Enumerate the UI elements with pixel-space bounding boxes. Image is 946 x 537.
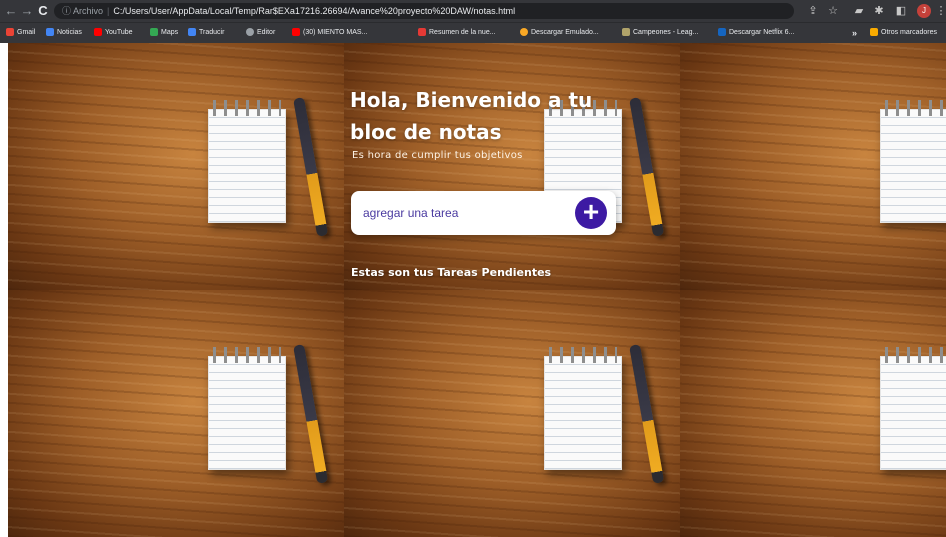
- add-task-button[interactable]: +: [575, 197, 607, 229]
- notepad-image: [880, 100, 946, 223]
- site-info-label[interactable]: ⓘ Archivo: [62, 6, 103, 16]
- notepad-image: [544, 347, 622, 470]
- bookmark-label: YouTube: [105, 29, 133, 36]
- plus-icon: +: [582, 196, 600, 227]
- notepad-image: [208, 100, 286, 223]
- bookmark-noticias[interactable]: Noticias: [46, 26, 82, 40]
- youtube-icon: [292, 28, 300, 37]
- bookmark-youtube-video[interactable]: (30) MIENTO MAS...: [292, 26, 367, 40]
- editor-icon: [246, 28, 254, 37]
- address-separator: |: [107, 6, 110, 16]
- notepad-image: [880, 347, 946, 470]
- pen-image: [293, 97, 329, 237]
- notepad-spiral: [885, 347, 946, 363]
- bookmark-resumen[interactable]: Resumen de la nue...: [418, 26, 496, 40]
- background-tile: [8, 43, 344, 290]
- bookmark-star-icon[interactable]: ☆: [826, 3, 840, 19]
- pending-tasks-heading: Estas son tus Tareas Pendientes: [351, 266, 552, 279]
- pen-image: [629, 344, 665, 484]
- bookmarks-bar: Gmail Noticias YouTube Maps Traducir Edi…: [0, 22, 946, 43]
- netflix-download-icon: [718, 28, 726, 37]
- gmail-icon: [6, 28, 14, 37]
- bookmark-label: Maps: [161, 29, 179, 36]
- task-entry-card: +: [351, 191, 616, 235]
- share-icon[interactable]: ⇪: [806, 3, 820, 19]
- bookmark-label: Descargar Emulado...: [531, 29, 599, 36]
- notepad-image: [208, 347, 286, 470]
- bookmark-netflix[interactable]: Descargar Netflix 6...: [718, 26, 794, 40]
- pen-image: [629, 97, 665, 237]
- bookmark-traducir[interactable]: Traducir: [188, 26, 224, 40]
- news-icon: [46, 28, 54, 37]
- menu-icon[interactable]: ⋮: [934, 3, 946, 19]
- bookmark-label: Descargar Netflix 6...: [729, 29, 795, 36]
- bookmark-campeones[interactable]: Campeones - Leag...: [622, 26, 698, 40]
- bookmark-label: Editor: [257, 29, 276, 36]
- bookmark-label: Traducir: [199, 29, 225, 36]
- background-tile: [344, 290, 680, 537]
- pen-image: [293, 344, 329, 484]
- folder-icon: [870, 28, 878, 37]
- bookmark-gmail[interactable]: Gmail: [6, 26, 35, 40]
- browser-toolbar: ← → C ⓘ Archivo | C:/Users/User/AppData/Lo…: [0, 0, 946, 22]
- page-subtitle: Es hora de cumplir tus objetivos: [352, 150, 523, 161]
- bookmark-label: Gmail: [17, 29, 36, 36]
- other-bookmarks-folder[interactable]: Otros marcadores: [870, 26, 937, 40]
- notepad-spiral: [213, 347, 281, 363]
- pin-icon[interactable]: ▰: [852, 3, 866, 19]
- profile-avatar[interactable]: J: [917, 4, 931, 18]
- address-bar[interactable]: ⓘ Archivo | C:/Users/User/AppData/Local/Te…: [54, 3, 794, 19]
- back-icon[interactable]: ←: [4, 3, 18, 19]
- notepad-spiral: [885, 100, 946, 116]
- bookmark-editor[interactable]: Editor: [246, 26, 275, 40]
- background-tile: [680, 43, 946, 290]
- bookmark-emulador[interactable]: Descargar Emulado...: [520, 26, 599, 40]
- youtube-icon: [94, 28, 102, 37]
- other-bookmarks-label: Otros marcadores: [881, 29, 938, 36]
- notepad-spiral: [549, 347, 617, 363]
- page-title: Hola, Bienvenido a tu bloc de notas: [350, 88, 593, 144]
- league-icon: [622, 28, 630, 37]
- reload-icon[interactable]: C: [36, 3, 50, 19]
- download-site-icon: [520, 28, 528, 37]
- bookmark-maps[interactable]: Maps: [150, 26, 178, 40]
- background-tile: [344, 43, 680, 290]
- address-url[interactable]: C:/Users/User/AppData/Local/Temp/Rar$EXa…: [113, 6, 515, 16]
- task-input[interactable]: [363, 204, 563, 222]
- translate-icon: [188, 28, 196, 37]
- background-tile: [8, 290, 344, 537]
- bookmark-label: Campeones - Leag...: [633, 29, 699, 36]
- background-tile: [680, 290, 946, 537]
- bookmark-youtube[interactable]: YouTube: [94, 26, 133, 40]
- news-site-icon: [418, 28, 426, 37]
- side-panel-icon[interactable]: ◧: [894, 3, 908, 19]
- extensions-icon[interactable]: ✱: [872, 3, 886, 19]
- bookmark-label: (30) MIENTO MAS...: [303, 29, 368, 36]
- forward-icon[interactable]: →: [20, 3, 34, 19]
- notepad-spiral: [213, 100, 281, 116]
- bookmark-label: Resumen de la nue...: [429, 29, 496, 36]
- maps-icon: [150, 28, 158, 37]
- bookmark-label: Noticias: [57, 29, 82, 36]
- bookmarks-more-icon[interactable]: »: [852, 26, 857, 40]
